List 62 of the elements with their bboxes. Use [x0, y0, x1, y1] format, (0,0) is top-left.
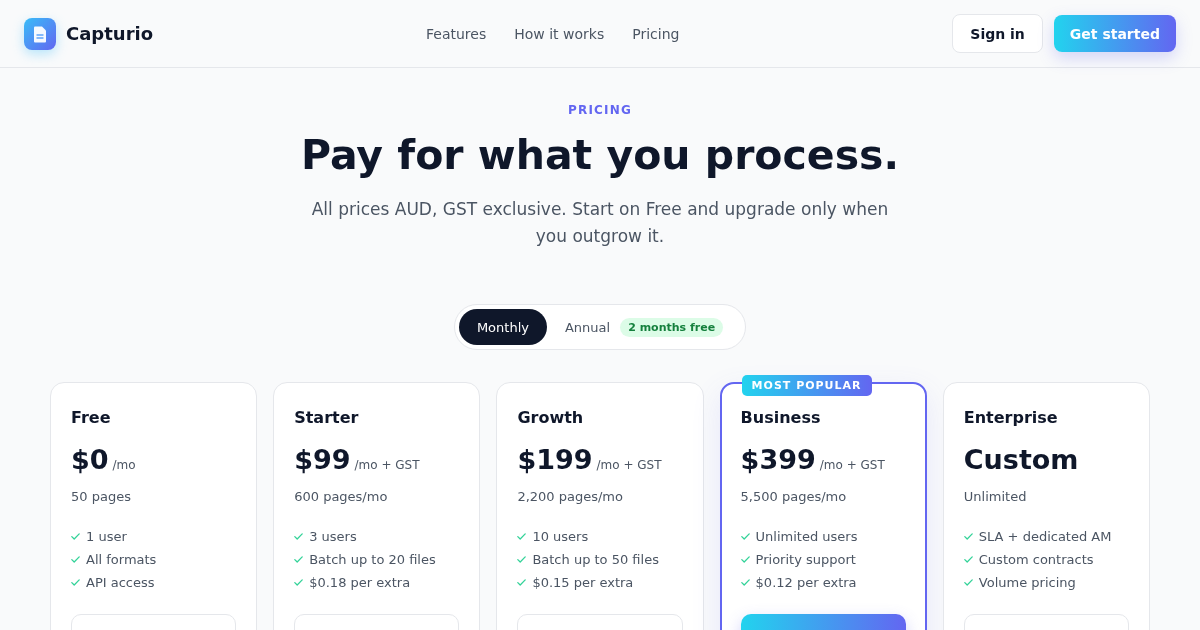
page-quota: 5,500 pages/mo	[740, 488, 848, 506]
feature-text: SLA + dedicated AM	[978, 528, 1112, 546]
price-period: /mo + GST	[354, 458, 420, 472]
price-period: /mo + GST	[819, 458, 885, 472]
plan-name: Business	[740, 407, 822, 429]
check-icon	[740, 556, 750, 563]
check-icon	[963, 556, 973, 563]
check-icon	[294, 556, 304, 563]
plan-price: $399	[740, 443, 816, 477]
check-icon	[71, 579, 80, 586]
check-icon	[963, 579, 973, 586]
feature-text: $0.18 per extra	[309, 574, 411, 592]
billing-option[interactable]: Annual 2 months free	[546, 309, 742, 345]
plan-price: $0	[71, 443, 109, 477]
document-logo-icon	[24, 17, 56, 50]
nav-link[interactable]: How it works	[514, 25, 605, 42]
nav-link[interactable]: Pricing	[632, 25, 680, 42]
check-icon	[71, 533, 80, 540]
feature-text: 1 user	[86, 528, 127, 546]
check-icon	[294, 579, 304, 586]
page-quota: Unlimited	[963, 488, 1028, 506]
plan-name: Enterprise	[963, 407, 1059, 429]
page-quota: 600 pages/mo	[294, 488, 389, 506]
check-icon	[740, 579, 750, 586]
feature-text: Batch up to 20 files	[309, 551, 436, 569]
feature-text: $0.15 per extra	[532, 574, 634, 592]
page-subtitle: All prices AUD, GST exclusive. Start on Free and upgrade only when you outgrow it.	[310, 198, 890, 248]
feature-text: Priority support	[755, 551, 856, 569]
page-quota: 2,200 pages/mo	[517, 488, 624, 506]
check-icon	[71, 556, 80, 563]
price-period: /mo + GST	[596, 458, 662, 472]
plan-price: Custom	[963, 443, 1079, 477]
nav-link[interactable]: Features	[426, 25, 487, 42]
feature-text: Volume pricing	[978, 574, 1076, 592]
feature-text: Batch up to 50 files	[532, 551, 659, 569]
page-quota: 50 pages	[71, 488, 132, 506]
plan-price: $99	[294, 443, 351, 477]
check-icon	[517, 533, 527, 540]
discount-badge: 2 months free	[620, 317, 724, 337]
feature-text: $0.12 per extra	[755, 574, 857, 592]
billing-option[interactable]: Monthly	[458, 309, 547, 345]
check-icon	[294, 533, 304, 540]
page-heading: Pay for what you process.	[300, 130, 899, 181]
check-icon	[963, 533, 973, 540]
check-icon	[740, 533, 750, 540]
section-eyebrow: PRICING	[567, 102, 633, 118]
plan-price: $199	[517, 443, 593, 477]
check-icon	[517, 556, 527, 563]
feature-text: All formats	[86, 551, 157, 569]
plan-name: Growth	[517, 407, 585, 429]
plan-name: Free	[71, 407, 112, 429]
popular-badge: MOST POPULAR	[741, 375, 872, 396]
feature-text: 10 users	[532, 528, 589, 546]
check-icon	[517, 579, 527, 586]
plan-name: Starter	[294, 407, 360, 429]
feature-text: Custom contracts	[978, 551, 1094, 569]
feature-text: API access	[86, 574, 155, 592]
feature-text: Unlimited users	[755, 528, 858, 546]
price-period: /mo	[112, 458, 136, 472]
brand-name[interactable]: Capturio	[66, 23, 154, 44]
sign-in-button[interactable]: Sign in	[952, 14, 1043, 53]
feature-text: 3 users	[309, 528, 357, 546]
